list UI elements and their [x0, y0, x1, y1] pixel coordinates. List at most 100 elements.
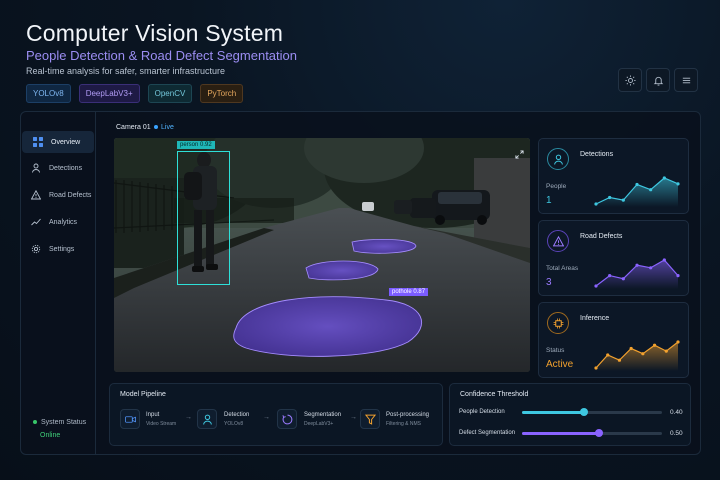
chip-icon — [553, 318, 563, 328]
sidebar-item-label: Detections — [49, 164, 83, 172]
camera-feed[interactable]: person 0.92 pothole 0.87 — [114, 138, 530, 372]
card-key: Status — [546, 347, 565, 354]
live-dot — [154, 125, 158, 130]
chip-pytorch: PyTorch — [200, 84, 244, 103]
card-icon — [547, 312, 569, 334]
person-bounding-box — [177, 151, 230, 285]
card-key: Total Areas — [546, 265, 579, 272]
page-title: Computer Vision System — [26, 20, 284, 46]
person-icon — [553, 154, 563, 165]
sparkline-point — [662, 258, 666, 262]
sidebar: Overview Detections Road Defects Analyti… — [20, 111, 96, 455]
model-pipeline-panel: Model Pipeline Input Video Stream → Dete… — [109, 383, 443, 446]
card-title: Detections — [580, 151, 614, 158]
sparkline-point — [649, 188, 653, 192]
road-defects-sparkline — [594, 258, 680, 289]
road-defects-card: Road Defects Total Areas 3 — [538, 220, 689, 296]
live-indicator: Live — [154, 124, 174, 131]
gear-icon — [31, 244, 41, 254]
sidebar-item-overview[interactable]: Overview — [22, 131, 94, 153]
live-label: Live — [161, 124, 174, 131]
status-dot — [33, 420, 37, 425]
panel-title: Confidence Threshold — [460, 391, 529, 398]
sidebar-item-detections[interactable]: Detections — [20, 157, 92, 179]
sparkline-point — [608, 195, 612, 200]
person-icon — [202, 414, 212, 425]
sparkline-point — [649, 266, 653, 270]
pipeline-step-postprocessing[interactable] — [360, 409, 380, 429]
slider-label: People Detection — [459, 409, 505, 415]
slider-label: Defect Segmentation — [459, 430, 516, 436]
segment-icon — [281, 414, 292, 424]
slider-handle[interactable] — [595, 429, 603, 437]
sparkline-area — [596, 342, 678, 371]
sparkline-point — [594, 366, 598, 370]
grid-icon — [33, 137, 43, 147]
sidebar-item-label: Overview — [51, 138, 81, 146]
slider-value: 0.50 — [670, 430, 683, 437]
page-subtitle: People Detection & Road Defect Segmentat… — [26, 48, 298, 63]
step-subtitle: DeepLabV3+ — [304, 421, 334, 427]
status-label: System Status — [41, 419, 87, 426]
defect-segmentation-slider[interactable] — [522, 429, 662, 437]
sparkline-point — [594, 202, 598, 206]
sidebar-item-analytics[interactable]: Analytics — [20, 211, 92, 233]
sidebar-item-label: Analytics — [49, 218, 78, 226]
video-icon — [124, 415, 136, 423]
step-title: Input — [146, 412, 160, 418]
header-toolbar — [618, 68, 698, 92]
chip-opencv: OpenCV — [147, 84, 193, 103]
fullscreen-button[interactable] — [515, 146, 524, 164]
sparkline-point — [594, 284, 598, 288]
sparkline-point — [621, 277, 625, 281]
chart-icon — [31, 218, 41, 226]
card-title: Inference — [580, 315, 610, 322]
menu-button[interactable] — [674, 68, 698, 92]
card-title: Road Defects — [580, 233, 623, 240]
sparkline-point — [652, 343, 657, 347]
pipeline-step-segmentation[interactable] — [277, 409, 297, 429]
arrow-icon: → — [350, 414, 357, 421]
inference-card: Inference Status Active — [538, 302, 689, 378]
sparkline-point — [664, 349, 668, 353]
card-icon — [547, 148, 569, 170]
theme-button[interactable] — [618, 68, 642, 92]
chip-deeplab: DeepLabV3+ — [78, 84, 140, 103]
pothole-detection-label: pothole 0.87 — [389, 288, 429, 296]
slider-handle[interactable] — [579, 408, 588, 416]
people-detection-slider[interactable] — [522, 408, 662, 416]
bell-icon — [653, 76, 663, 86]
pipeline-step-detection[interactable] — [197, 409, 217, 429]
person-detection-label: person 0.92 — [177, 141, 215, 149]
sparkline-point — [635, 182, 639, 187]
notifications-button[interactable] — [646, 68, 670, 92]
sparkline-point — [621, 198, 625, 202]
warning-icon — [31, 190, 41, 200]
person-icon — [32, 163, 40, 173]
card-key: People — [546, 183, 567, 190]
expand-icon — [515, 150, 524, 159]
sparkline-point — [617, 358, 622, 362]
sidebar-item-settings[interactable]: Settings — [20, 238, 92, 260]
slider-fill — [522, 432, 599, 435]
card-value: 1 — [546, 195, 552, 206]
pipeline-step-input[interactable] — [120, 409, 140, 429]
sparkline-point — [635, 263, 639, 267]
camera-name: Camera 01 — [116, 124, 151, 131]
sparkline-point — [629, 346, 633, 351]
slider-value: 0.40 — [670, 409, 683, 416]
step-title: Post-processing — [386, 412, 430, 418]
sparkline-point — [662, 176, 666, 180]
sidebar-item-label: Settings — [49, 245, 75, 253]
card-value: Active — [546, 359, 574, 370]
sparkline-area — [596, 178, 678, 207]
step-subtitle: YOLOv8 — [224, 421, 244, 427]
card-value: 3 — [546, 277, 552, 288]
step-title: Detection — [224, 412, 250, 418]
card-icon — [547, 230, 569, 252]
sparkline-point — [676, 274, 680, 278]
step-title: Segmentation — [304, 412, 342, 418]
step-subtitle: Video Stream — [146, 421, 177, 427]
sparkline-point — [606, 353, 610, 357]
sidebar-item-road-defects[interactable]: Road Defects — [20, 184, 92, 206]
